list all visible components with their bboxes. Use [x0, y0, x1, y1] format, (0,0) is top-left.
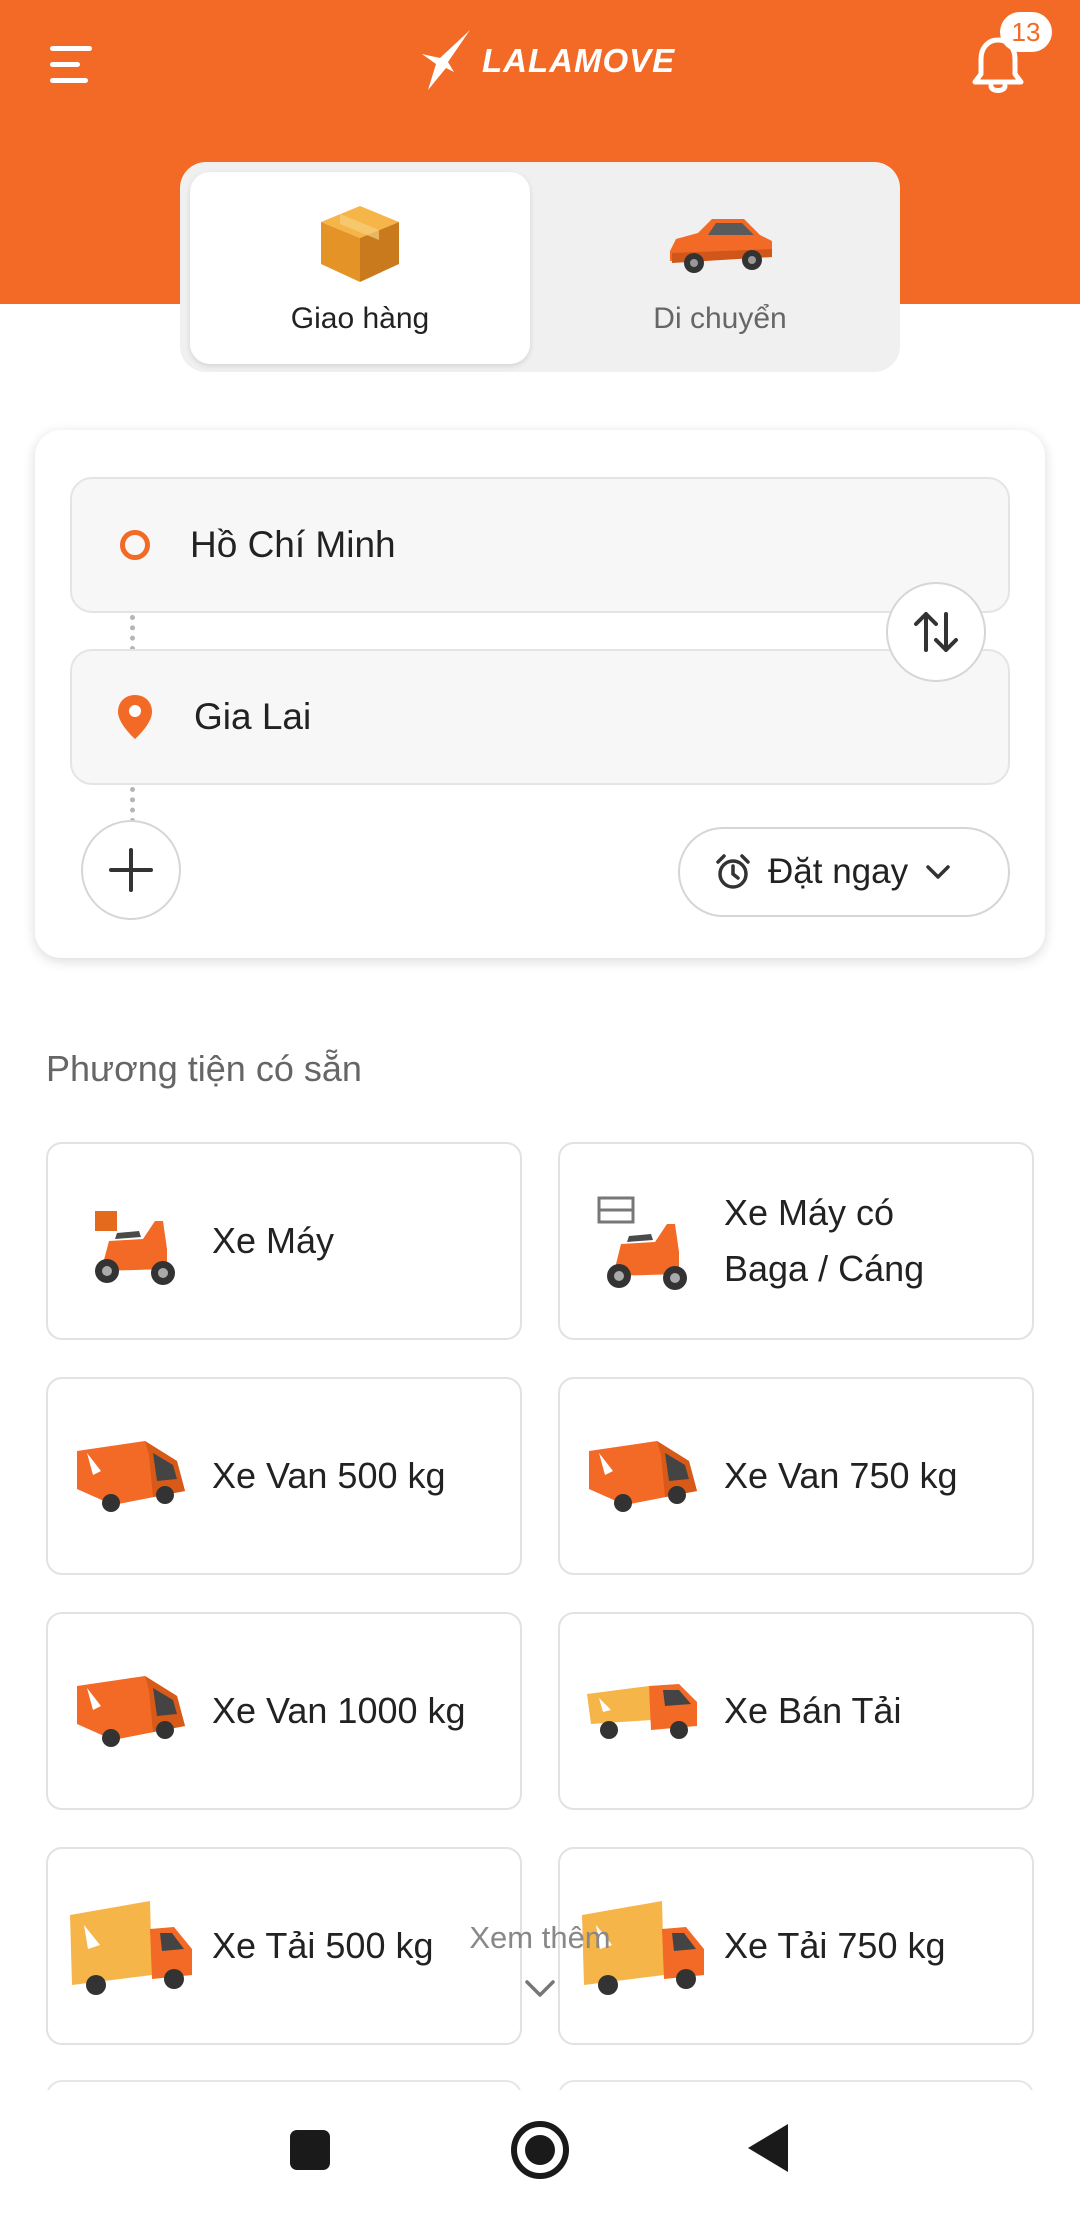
service-mode-toggle: Giao hàng Di chuyển: [180, 162, 900, 372]
motorbike-rack-icon: [597, 1196, 687, 1290]
vehicle-label: Xe Tải 750 kg: [724, 1925, 946, 1967]
menu-button[interactable]: [50, 38, 102, 90]
add-stop-button[interactable]: [81, 820, 181, 920]
vehicle-option[interactable]: Xe Bán Tải: [558, 1612, 1034, 1810]
pickup-location-text: Hồ Chí Minh: [190, 524, 396, 565]
van-icon: [77, 1676, 185, 1747]
recents-square-icon[interactable]: [290, 2130, 330, 2170]
car-icon: [670, 219, 772, 273]
vehicle-label: Xe Máy có Baga / Cáng: [724, 1192, 925, 1289]
package-box-icon: [321, 206, 399, 282]
dropoff-location-text: Gia Lai: [194, 696, 312, 737]
tab-giao-hang[interactable]: Giao hàng: [190, 172, 530, 364]
box-truck-icon: [70, 1901, 192, 1995]
motorbike-icon: [95, 1211, 175, 1285]
plus-icon: [109, 848, 153, 892]
swap-arrows-icon: [914, 612, 958, 652]
dropoff-field[interactable]: Gia Lai: [70, 649, 1010, 785]
section-title: Phương tiện có sẵn: [46, 1048, 362, 1089]
vehicle-option[interactable]: Xe Van 750 kg: [558, 1377, 1034, 1575]
vehicle-label: Xe Máy: [212, 1220, 335, 1262]
chevron-down-icon: [926, 865, 950, 879]
route-card: Hồ Chí Minh Gia Lai Đặt ngay: [35, 430, 1045, 958]
schedule-label: Đặt ngay: [768, 852, 909, 891]
vehicle-option[interactable]: Xe Máy: [46, 1142, 522, 1340]
back-triangle-icon[interactable]: [748, 2124, 788, 2172]
bird-logo-icon: [422, 30, 470, 90]
van-icon: [77, 1441, 185, 1512]
route-connector: [130, 787, 135, 823]
vehicle-label: Xe Van 500 kg: [212, 1455, 446, 1497]
pickup-field[interactable]: Hồ Chí Minh: [70, 477, 1010, 613]
location-pin-icon: [118, 695, 152, 739]
notification-badge: 13: [1000, 12, 1052, 52]
vehicle-option[interactable]: Xe Máy có Baga / Cáng: [558, 1142, 1034, 1340]
van-icon: [589, 1441, 697, 1512]
vehicle-option[interactable]: Xe Van 500 kg: [46, 1377, 522, 1575]
see-more-button[interactable]: Xem thêm: [440, 1920, 640, 1956]
route-connector: [130, 615, 135, 651]
vehicle-label: Xe Van 750 kg: [724, 1455, 958, 1497]
tab-di-chuyen-label: Di chuyển: [653, 302, 787, 335]
vehicle-label: Xe Bán Tải: [724, 1690, 902, 1732]
chevron-down-icon[interactable]: [523, 1978, 557, 2000]
pickup-dot-icon: [120, 530, 150, 560]
logo-text: LALAMOVE: [482, 42, 676, 79]
vehicle-label: Xe Van 1000 kg: [212, 1690, 466, 1732]
vehicle-option[interactable]: Xe Van 1000 kg: [46, 1612, 522, 1810]
pickup-truck-icon: [587, 1684, 697, 1739]
tab-di-chuyen[interactable]: Di chuyển: [550, 172, 890, 364]
vehicle-label: Xe Tải 500 kg: [212, 1925, 434, 1967]
schedule-button[interactable]: Đặt ngay: [678, 827, 1010, 917]
home-circle-icon[interactable]: [511, 2121, 569, 2179]
tab-giao-hang-label: Giao hàng: [290, 302, 430, 335]
swap-locations-button[interactable]: [886, 582, 986, 682]
lalamove-logo: LALAMOVE: [418, 28, 675, 94]
alarm-clock-icon: [716, 854, 750, 889]
